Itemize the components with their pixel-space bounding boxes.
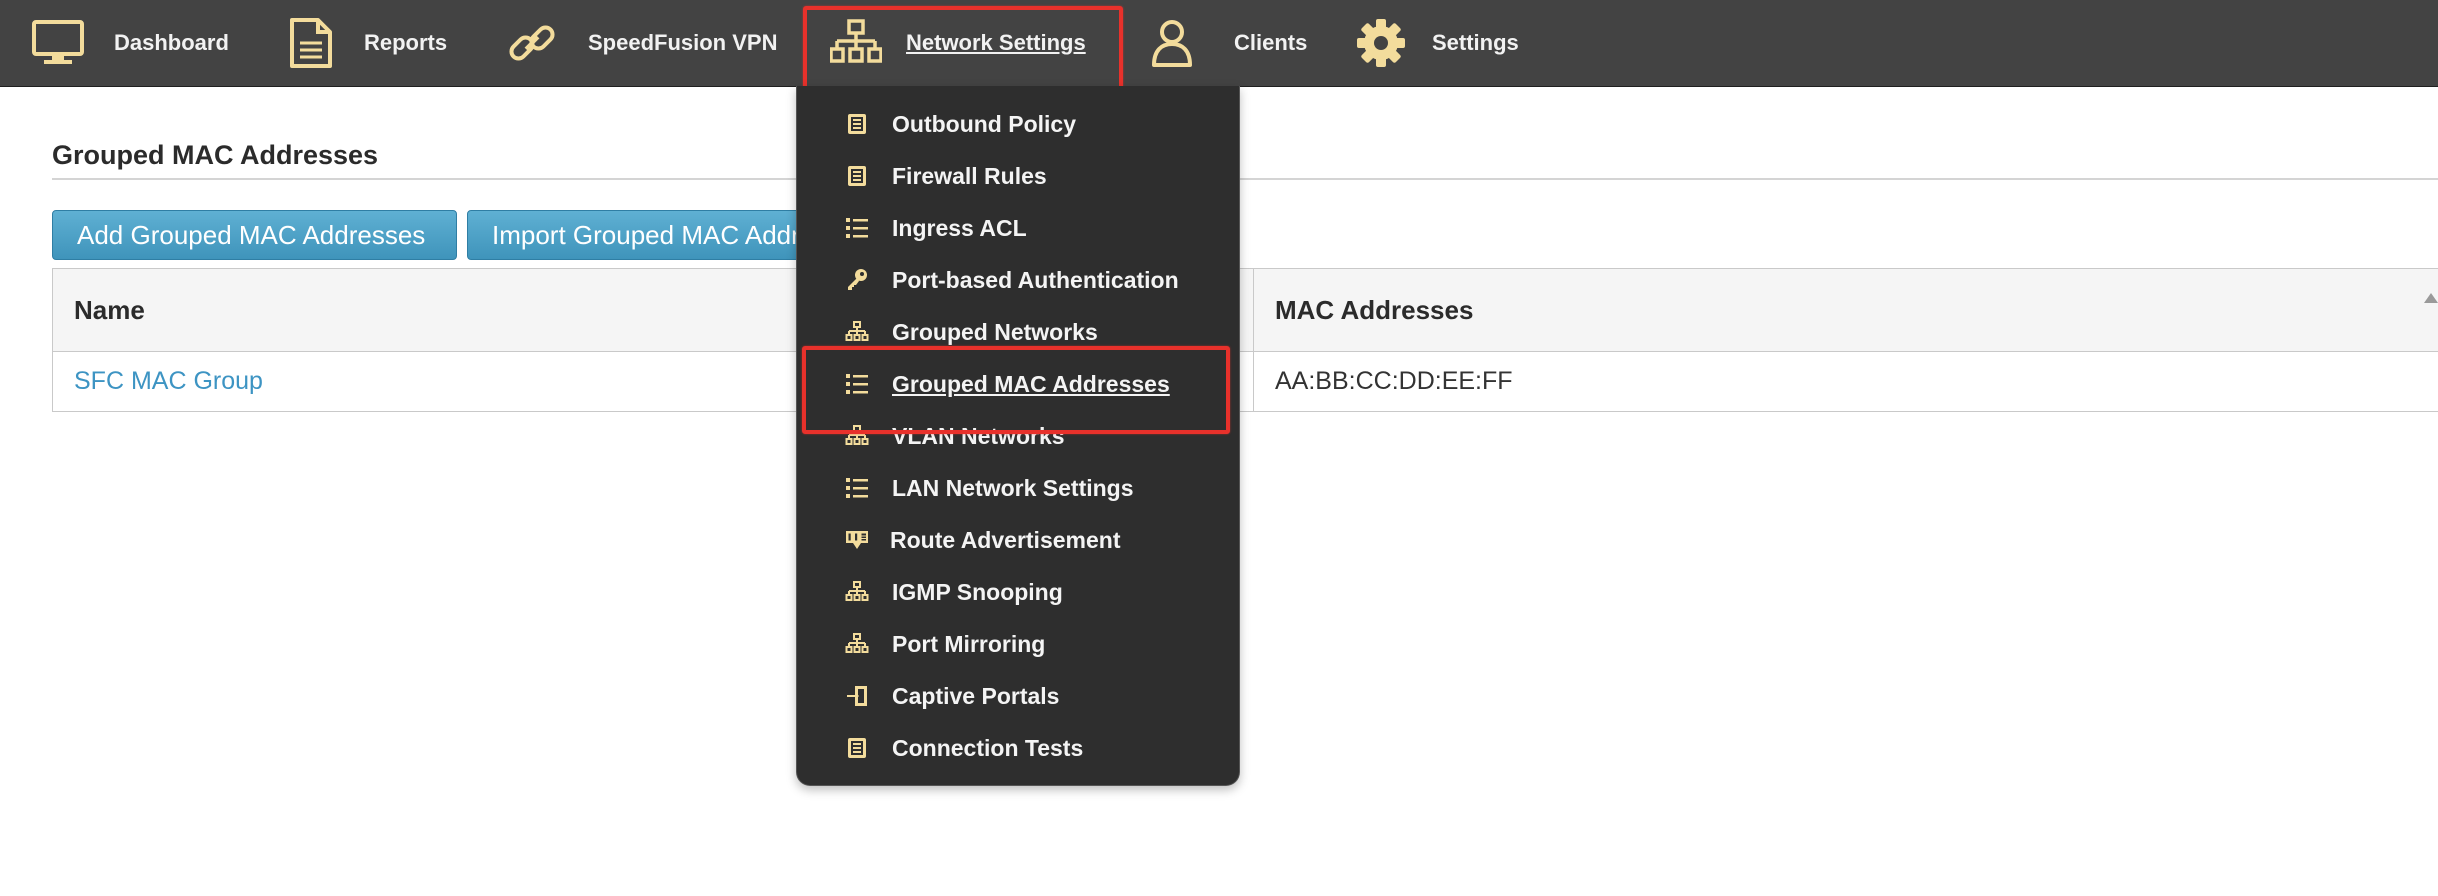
list-doc-icon — [848, 738, 866, 758]
grouped-mac-table: Name MAC Addresses SFC MAC Group AA:BB:C… — [52, 268, 2438, 412]
column-header-name[interactable]: Name — [74, 269, 145, 351]
sort-arrow-icon[interactable] — [2424, 293, 2438, 303]
menu-item-label: Outbound Policy — [892, 110, 1076, 137]
menu-item-label: Connection Tests — [892, 734, 1084, 761]
monitor-icon — [32, 20, 84, 64]
menu-item-vlan-networks[interactable]: VLAN Networks — [797, 410, 1241, 462]
column-header-mac-addresses[interactable]: MAC Addresses — [1275, 269, 1473, 351]
menu-item-label: Firewall Rules — [892, 162, 1047, 189]
title-divider — [52, 178, 2438, 180]
add-grouped-mac-button[interactable]: Add Grouped MAC Addresses — [52, 210, 457, 260]
menu-item-label: VLAN Networks — [892, 422, 1065, 449]
list-doc-icon — [848, 166, 866, 186]
nav-clients[interactable]: Clients — [1150, 0, 1307, 86]
table-row-mac: AA:BB:CC:DD:EE:FF — [1275, 366, 1513, 395]
gear-icon — [1357, 19, 1405, 67]
bullet-list-icon — [846, 218, 868, 238]
menu-item-route-advertisement[interactable]: Route Advertisement — [797, 514, 1241, 566]
network-icon — [845, 581, 869, 601]
nav-speedfusion-vpn[interactable]: SpeedFusion VPN — [506, 0, 777, 86]
nav-clients-label: Clients — [1234, 30, 1308, 55]
table-header: Name MAC Addresses — [53, 269, 2438, 352]
menu-item-label: Ingress ACL — [892, 214, 1027, 241]
menu-item-label: Grouped MAC Addresses — [892, 370, 1170, 397]
nav-dashboard-label: Dashboard — [114, 30, 229, 55]
menu-item-ingress-acl[interactable]: Ingress ACL — [797, 202, 1241, 254]
menu-item-label: Port Mirroring — [892, 630, 1046, 657]
nav-dashboard[interactable]: Dashboard — [30, 0, 229, 86]
menu-item-lan-network-settings[interactable]: LAN Network Settings — [797, 462, 1241, 514]
menu-item-igmp-snooping[interactable]: IGMP Snooping — [797, 566, 1241, 618]
menu-item-port-based-authentication[interactable]: Port-based Authentication — [797, 254, 1241, 306]
menu-item-outbound-policy[interactable]: Outbound Policy — [797, 98, 1241, 150]
nav-network-settings[interactable]: Network Settings — [830, 0, 1086, 86]
list-doc-icon — [848, 114, 866, 134]
menu-item-captive-portals[interactable]: Captive Portals — [797, 670, 1241, 722]
menu-item-firewall-rules[interactable]: Firewall Rules — [797, 150, 1241, 202]
table-row-name[interactable]: SFC MAC Group — [74, 351, 263, 411]
page-title: Grouped MAC Addresses — [52, 140, 379, 170]
menu-item-port-mirroring[interactable]: Port Mirroring — [797, 618, 1241, 670]
menu-item-label: Grouped Networks — [892, 318, 1098, 345]
door-enter-icon — [847, 686, 867, 706]
network-icon — [830, 19, 882, 63]
ads-badge-icon — [846, 531, 868, 549]
nav-settings-label: Settings — [1432, 30, 1519, 55]
network-icon — [845, 425, 869, 445]
network-settings-dropdown: Outbound Policy Firewall Rules Ingress A… — [796, 86, 1240, 786]
key-icon — [848, 269, 867, 290]
menu-item-label: IGMP Snooping — [892, 578, 1063, 605]
menu-item-connection-tests[interactable]: Connection Tests — [797, 722, 1241, 774]
column-divider — [1253, 269, 1254, 411]
nav-reports[interactable]: Reports — [288, 0, 447, 86]
nav-speedfusion-vpn-label: SpeedFusion VPN — [588, 30, 778, 55]
menu-item-label: Route Advertisement — [890, 526, 1121, 553]
menu-item-label: Captive Portals — [892, 682, 1060, 709]
bullet-list-icon — [846, 478, 868, 498]
nav-network-settings-label: Network Settings — [906, 30, 1086, 55]
nav-settings[interactable]: Settings — [1356, 0, 1519, 86]
network-icon — [845, 321, 869, 341]
menu-item-grouped-mac-addresses[interactable]: Grouped MAC Addresses — [797, 358, 1241, 410]
user-icon — [1152, 20, 1192, 67]
menu-item-label: LAN Network Settings — [892, 474, 1134, 501]
menu-item-grouped-networks[interactable]: Grouped Networks — [797, 306, 1241, 358]
network-icon — [845, 633, 869, 653]
nav-reports-label: Reports — [364, 30, 448, 55]
menu-item-label: Port-based Authentication — [892, 266, 1179, 293]
link-icon — [509, 25, 555, 61]
top-navigation-bar: Dashboard Reports SpeedFusion VPN Networ… — [0, 0, 2438, 87]
document-icon — [290, 18, 332, 68]
bullet-list-icon — [846, 374, 868, 394]
